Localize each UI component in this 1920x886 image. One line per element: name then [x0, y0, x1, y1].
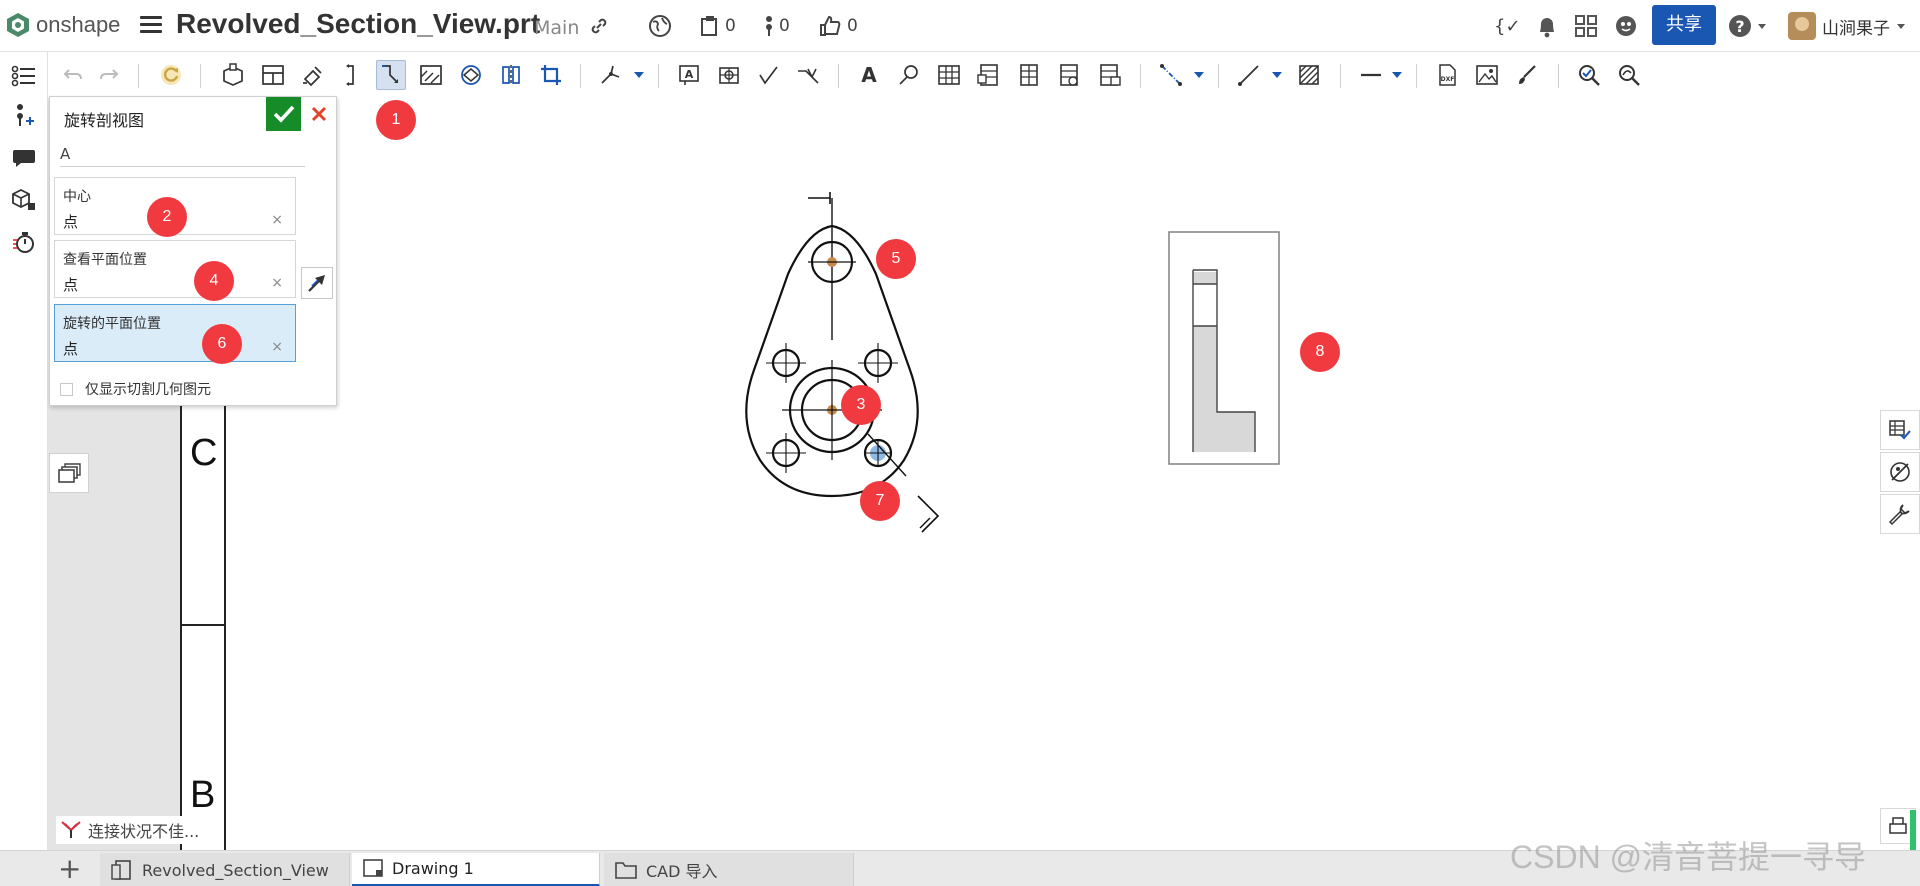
show-cut-geometry-only[interactable]: 仅显示切割几何图元 — [60, 379, 211, 399]
section-line-top[interactable] — [808, 192, 831, 204]
app-window: onshape Revolved_Section_View.prt Main 0… — [0, 0, 1920, 886]
section-flange — [1217, 412, 1255, 452]
appearance-icon — [1890, 462, 1910, 482]
front-view[interactable] — [745, 192, 940, 533]
field-label: 旋转的平面位置 — [63, 316, 161, 332]
revolved-section-dialog: 旋转剖视图 A 中心 点 × 查看平面位置 点 × 旋转的平面位置 点 × 仅显… — [49, 96, 337, 406]
watermark-text: CSDN @清音菩提一寻导 — [1510, 839, 1867, 875]
section-body-top — [1193, 272, 1217, 284]
bolt-hole-tr[interactable] — [858, 343, 898, 383]
properties-button[interactable] — [1880, 494, 1920, 534]
table-check-icon — [1889, 420, 1911, 440]
bolt-hole-bl[interactable] — [766, 433, 806, 473]
folder-icon — [615, 862, 637, 879]
bolt-hole-tl[interactable] — [766, 343, 806, 383]
field-label: 中心 — [63, 189, 91, 205]
view-plane-position-field[interactable]: 查看平面位置 点 × — [54, 240, 296, 298]
print-icon — [1889, 817, 1907, 834]
rotated-plane-position-field[interactable]: 旋转的平面位置 点 × — [54, 304, 296, 362]
field-value: 点 — [63, 276, 79, 294]
field-value: 点 — [63, 340, 79, 358]
appearance-button[interactable] — [1880, 452, 1920, 492]
section-body — [1193, 326, 1217, 452]
callout-marker-7: 7 — [860, 481, 900, 521]
callout-marker-8: 8 — [1300, 332, 1340, 372]
bolt-hole-br[interactable] — [863, 438, 893, 468]
tab-part-studio[interactable]: Revolved_Section_View — [100, 853, 350, 886]
tab-cad-import[interactable]: CAD 导入 — [604, 853, 854, 886]
dialog-header: 旋转剖视图 — [50, 97, 338, 133]
status-text: 连接状况不佳... — [88, 822, 200, 841]
check-icon — [273, 105, 294, 123]
callout-marker-1: 1 — [376, 100, 416, 140]
connection-status[interactable]: 连接状况不佳... — [56, 816, 204, 844]
accept-button[interactable] — [266, 97, 301, 131]
dialog-title: 旋转剖视图 — [64, 111, 145, 130]
wrench-icon — [1888, 504, 1910, 526]
flip-arrow-icon — [308, 275, 325, 292]
section-view[interactable] — [1168, 231, 1280, 465]
callout-marker-3: 3 — [841, 385, 881, 425]
checkbox-label: 仅显示切割几何图元 — [85, 382, 211, 398]
show-cut-geometry-checkbox[interactable] — [60, 382, 73, 396]
callout-marker-6: 6 — [202, 324, 242, 364]
callout-marker-2: 2 — [147, 197, 187, 237]
stacked-windows-icon — [58, 463, 81, 483]
part-studio-icon — [111, 860, 131, 880]
field-value: 点 — [63, 213, 79, 231]
close-icon — [311, 106, 327, 122]
panel-toggle-button[interactable] — [49, 453, 89, 493]
add-tab-button[interactable]: + — [58, 855, 81, 883]
view-name-input[interactable]: A — [60, 145, 305, 167]
clear-selection-icon[interactable]: × — [271, 212, 283, 228]
clear-selection-icon[interactable]: × — [271, 275, 283, 291]
cancel-button[interactable] — [306, 101, 332, 127]
tab-drawing-1[interactable]: Drawing 1 — [352, 853, 600, 886]
callout-marker-4: 4 — [194, 261, 234, 301]
flip-direction-button[interactable] — [301, 267, 333, 299]
callout-marker-5: 5 — [876, 239, 916, 279]
connection-indicator — [1910, 810, 1916, 850]
drawing-icon — [363, 858, 383, 877]
warning-signal-icon — [61, 821, 81, 838]
graphics-settings-button[interactable] — [1880, 410, 1920, 450]
field-label: 查看平面位置 — [63, 252, 147, 268]
clear-selection-icon[interactable]: × — [271, 339, 283, 355]
